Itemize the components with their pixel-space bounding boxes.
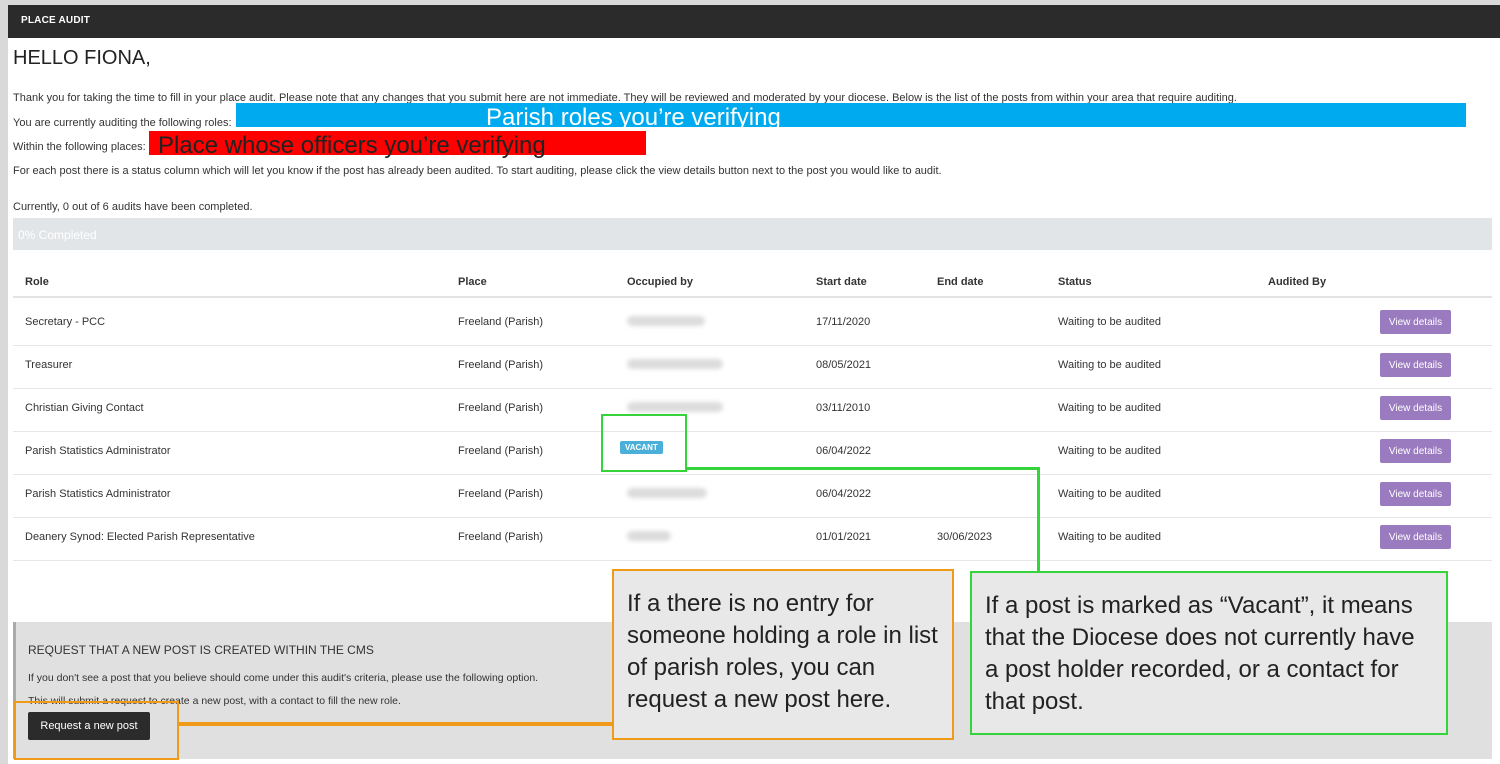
cell-start-date: 01/01/2021 <box>816 531 872 543</box>
cell-role: Deanery Synod: Elected Parish Representa… <box>25 531 255 543</box>
cell-place: Freeland (Parish) <box>458 488 543 500</box>
cell-start-date: 06/04/2022 <box>816 488 872 500</box>
view-details-button[interactable]: View details <box>1380 439 1451 463</box>
cell-start-date: 03/11/2010 <box>816 402 871 414</box>
column-header-role: Role <box>25 276 49 288</box>
places-label: Within the following places: <box>13 141 146 153</box>
request-callout-text: If a there is no entry for someone holdi… <box>627 590 938 713</box>
column-header-status: Status <box>1058 276 1092 288</box>
vacant-annotation-box <box>601 414 687 472</box>
redacted-name <box>627 316 705 326</box>
request-panel-title: REQUEST THAT A NEW POST IS CREATED WITHI… <box>28 643 374 657</box>
table-row: Treasurer Freeland (Parish) 08/05/2021 W… <box>13 345 1492 389</box>
view-details-button[interactable]: View details <box>1380 482 1451 506</box>
vacant-callout-text: If a post is marked as “Vacant”, it mean… <box>985 592 1415 715</box>
roles-highlight-text: Parish roles you’re verifying <box>486 104 781 131</box>
vacant-annotation-connector-vertical <box>1037 467 1040 575</box>
table-row: Parish Statistics Administrator Freeland… <box>13 474 1492 518</box>
column-header-occupied-by: Occupied by <box>627 276 694 288</box>
redacted-name <box>627 359 723 369</box>
vacant-callout: If a post is marked as “Vacant”, it mean… <box>970 571 1448 735</box>
request-annotation-box <box>14 701 179 760</box>
view-details-button[interactable]: View details <box>1380 353 1451 377</box>
instructions-text: For each post there is a status column w… <box>13 165 942 177</box>
cell-start-date: 08/05/2021 <box>816 359 872 371</box>
request-panel-text: If you don't see a post that you believe… <box>28 672 539 684</box>
cell-place: Freeland (Parish) <box>458 402 543 414</box>
top-bar: PLACE AUDIT <box>8 5 1500 38</box>
audit-summary: Currently, 0 out of 6 audits have been c… <box>13 201 253 213</box>
cell-role: Parish Statistics Administrator <box>25 488 171 500</box>
view-details-button[interactable]: View details <box>1380 525 1451 549</box>
request-annotation-connector <box>177 722 615 726</box>
redacted-name <box>627 531 671 541</box>
request-callout: If a there is no entry for someone holdi… <box>612 569 954 740</box>
cell-role: Secretary - PCC <box>25 316 106 328</box>
cell-status: Waiting to be audited <box>1058 402 1161 414</box>
redacted-name <box>627 402 723 412</box>
cell-role: Parish Statistics Administrator <box>25 445 171 457</box>
progress-bar: 0% Completed <box>13 218 1492 250</box>
table-row: Secretary - PCC Freeland (Parish) 17/11/… <box>13 302 1492 346</box>
cell-role: Christian Giving Contact <box>25 402 144 414</box>
cell-start-date: 17/11/2020 <box>816 316 871 328</box>
view-details-button[interactable]: View details <box>1380 396 1451 420</box>
table-row: Deanery Synod: Elected Parish Representa… <box>13 517 1492 561</box>
progress-label: 0% Completed <box>18 228 97 242</box>
column-header-place: Place <box>458 276 487 288</box>
cell-place: Freeland (Parish) <box>458 316 543 328</box>
greeting: HELLO FIONA, <box>13 47 151 69</box>
cell-status: Waiting to be audited <box>1058 488 1161 500</box>
cell-status: Waiting to be audited <box>1058 531 1161 543</box>
cell-status: Waiting to be audited <box>1058 359 1161 371</box>
cell-place: Freeland (Parish) <box>458 359 543 371</box>
cell-status: Waiting to be audited <box>1058 316 1161 328</box>
column-header-end-date: End date <box>937 276 984 288</box>
redacted-name <box>627 488 707 498</box>
header-divider <box>13 296 1492 298</box>
view-details-button[interactable]: View details <box>1380 310 1451 334</box>
cell-role: Treasurer <box>25 359 73 371</box>
cell-place: Freeland (Parish) <box>458 531 543 543</box>
cell-place: Freeland (Parish) <box>458 445 543 457</box>
vacant-annotation-connector <box>685 467 1039 470</box>
roles-label: You are currently auditing the following… <box>13 117 232 129</box>
page-header-title: PLACE AUDIT <box>21 15 91 26</box>
places-highlight-text: Place whose officers you’re verifying <box>158 132 546 159</box>
cell-start-date: 06/04/2022 <box>816 445 872 457</box>
places-highlight: Place whose officers you’re verifying <box>149 131 646 159</box>
column-header-start-date: Start date <box>816 276 867 288</box>
roles-highlight: Parish roles you’re verifying <box>236 103 1466 131</box>
table-row: Christian Giving Contact Freeland (Paris… <box>13 388 1492 432</box>
column-header-audited-by: Audited By <box>1268 276 1327 288</box>
cell-status: Waiting to be audited <box>1058 445 1161 457</box>
cell-end-date: 30/06/2023 <box>937 531 993 543</box>
